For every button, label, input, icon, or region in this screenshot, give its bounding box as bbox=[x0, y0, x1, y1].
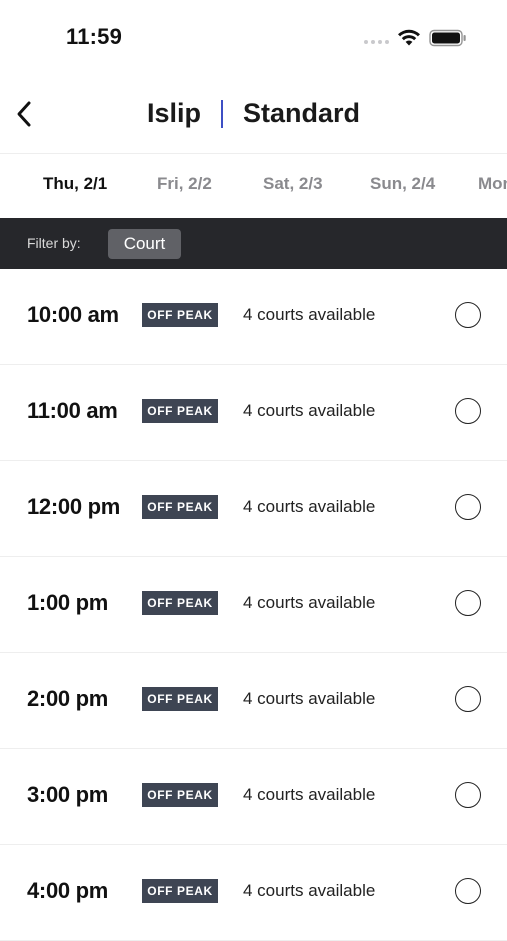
filter-chip-court[interactable]: Court bbox=[108, 229, 181, 259]
time-slot-row[interactable]: 11:00 am OFF PEAK 4 courts available bbox=[0, 365, 507, 461]
date-tab[interactable]: Sun, 2/4 bbox=[370, 174, 435, 194]
slot-time: 4:00 pm bbox=[27, 878, 109, 903]
slot-availability: 4 courts available bbox=[243, 785, 376, 804]
time-slot-row[interactable]: 1:00 pm OFF PEAK 4 courts available bbox=[0, 557, 507, 653]
off-peak-badge: OFF PEAK bbox=[142, 495, 218, 519]
slot-time: 11:00 am bbox=[27, 398, 118, 423]
slot-time: 1:00 pm bbox=[27, 590, 109, 615]
slot-availability: 4 courts available bbox=[243, 881, 376, 900]
signal-dots-icon bbox=[364, 40, 389, 44]
location-name: Islip bbox=[146, 98, 201, 128]
radio-unselected-icon[interactable] bbox=[455, 878, 481, 904]
slot-availability: 4 courts available bbox=[243, 401, 376, 420]
time-slot-row[interactable]: 10:00 am OFF PEAK 4 courts available bbox=[0, 269, 507, 365]
wifi-icon bbox=[398, 29, 420, 46]
radio-unselected-icon[interactable] bbox=[455, 398, 481, 424]
date-tab[interactable]: Fri, 2/2 bbox=[157, 174, 212, 194]
radio-unselected-icon[interactable] bbox=[455, 494, 481, 520]
time-slot-row[interactable]: 12:00 pm OFF PEAK 4 courts available bbox=[0, 461, 507, 557]
status-bar: 11:59 bbox=[0, 0, 507, 78]
off-peak-badge: OFF PEAK bbox=[142, 879, 218, 903]
date-tab[interactable]: Sat, 2/3 bbox=[263, 174, 323, 194]
court-type: Standard bbox=[242, 98, 361, 128]
nav-header: Islip Standard bbox=[0, 78, 507, 154]
slot-time: 12:00 pm bbox=[27, 494, 120, 519]
time-slot-row[interactable]: 3:00 pm OFF PEAK 4 courts available bbox=[0, 749, 507, 845]
off-peak-badge: OFF PEAK bbox=[142, 591, 218, 615]
slot-time: 2:00 pm bbox=[27, 686, 109, 711]
filter-bar: Filter by: Court bbox=[0, 218, 507, 269]
battery-icon bbox=[429, 29, 466, 47]
slot-availability: 4 courts available bbox=[243, 305, 376, 324]
radio-unselected-icon[interactable] bbox=[455, 782, 481, 808]
radio-unselected-icon[interactable] bbox=[455, 302, 481, 328]
date-tab[interactable]: Mon bbox=[478, 174, 507, 194]
slot-availability: 4 courts available bbox=[243, 593, 376, 612]
slot-availability: 4 courts available bbox=[243, 497, 376, 516]
off-peak-badge: OFF PEAK bbox=[142, 399, 218, 423]
radio-unselected-icon[interactable] bbox=[455, 686, 481, 712]
slot-availability: 4 courts available bbox=[243, 689, 376, 708]
off-peak-badge: OFF PEAK bbox=[142, 783, 218, 807]
filter-label: Filter by: bbox=[27, 235, 81, 251]
time-slot-row[interactable]: 4:00 pm OFF PEAK 4 courts available bbox=[0, 845, 507, 941]
off-peak-badge: OFF PEAK bbox=[142, 303, 218, 327]
date-tab-bar: Thu, 2/1 Fri, 2/2 Sat, 2/3 Sun, 2/4 Mon bbox=[0, 154, 507, 218]
date-tab[interactable]: Thu, 2/1 bbox=[43, 174, 107, 194]
status-time: 11:59 bbox=[66, 24, 123, 49]
time-slot-row[interactable]: 2:00 pm OFF PEAK 4 courts available bbox=[0, 653, 507, 749]
page-title: Islip Standard bbox=[0, 98, 507, 129]
off-peak-badge: OFF PEAK bbox=[142, 687, 218, 711]
time-slot-list: 10:00 am OFF PEAK 4 courts available 11:… bbox=[0, 269, 507, 941]
radio-unselected-icon[interactable] bbox=[455, 590, 481, 616]
slot-time: 3:00 pm bbox=[27, 782, 109, 807]
slot-time: 10:00 am bbox=[27, 302, 119, 327]
title-divider bbox=[220, 99, 223, 128]
